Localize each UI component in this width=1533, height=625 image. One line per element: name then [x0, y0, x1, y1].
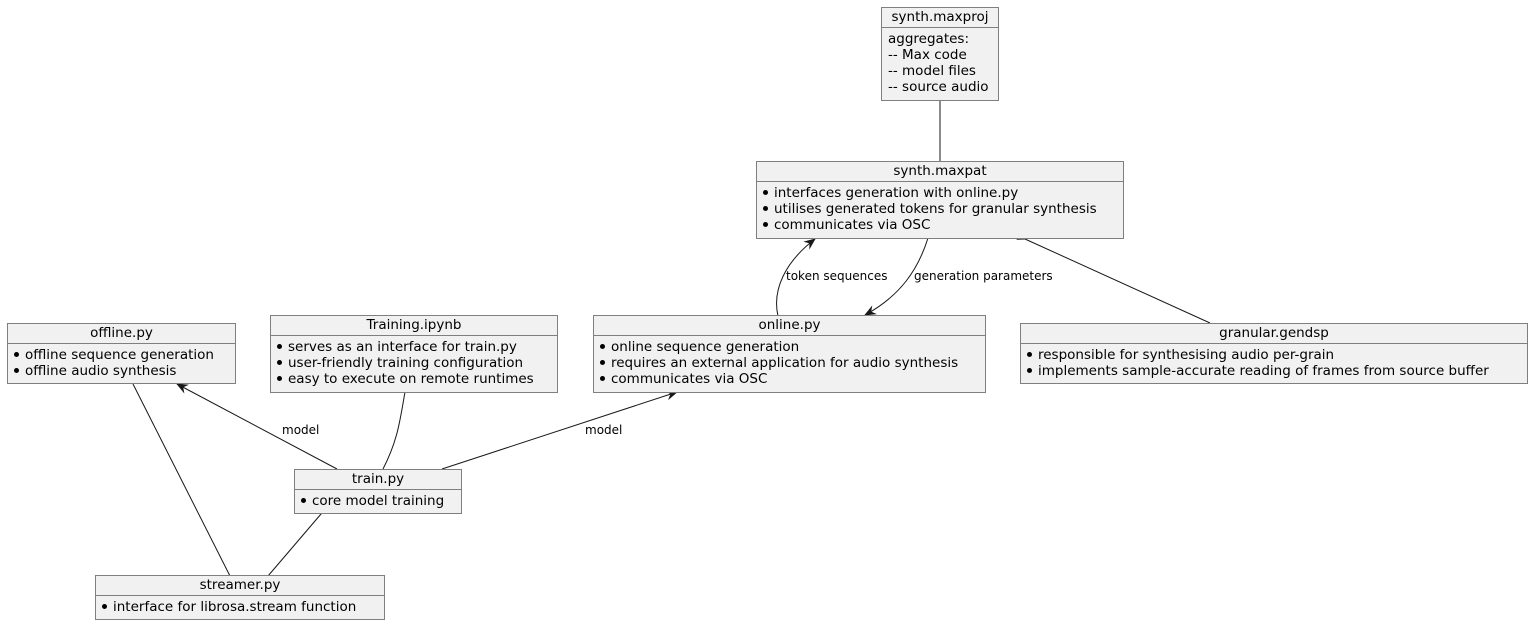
node-synth-maxproj: synth.maxproj aggregates: -- Max code --…: [881, 7, 999, 101]
node-title: online.py: [594, 316, 985, 336]
node-line-text: requires an external application for aud…: [611, 355, 959, 371]
node-line-text: easy to execute on remote runtimes: [288, 371, 534, 387]
node-line-text: communicates via OSC: [611, 371, 768, 387]
node-line: requires an external application for aud…: [600, 355, 979, 371]
node-streamer-py: streamer.py interface for librosa.stream…: [95, 575, 385, 620]
node-line: communicates via OSC: [600, 371, 979, 387]
node-line-text: online sequence generation: [611, 339, 800, 355]
node-body: interface for librosa.stream function: [96, 596, 384, 618]
node-line: communicates via OSC: [763, 217, 1117, 233]
node-line-text: user-friendly training configuration: [288, 355, 524, 371]
node-line-text: offline sequence generation: [25, 347, 214, 363]
bullet-icon: [763, 221, 768, 227]
edge-train-streamer: [267, 514, 321, 577]
node-line: utilises generated tokens for granular s…: [763, 201, 1117, 217]
node-body: responsible for synthesising audio per-g…: [1021, 344, 1527, 382]
edges-layer: [0, 0, 1211, 577]
edge-training-train: [382, 392, 405, 470]
node-line: interface for librosa.stream function: [102, 599, 378, 615]
node-line-text: implements sample-accurate reading of fr…: [1038, 363, 1489, 379]
bullet-icon: [277, 359, 282, 365]
node-line: responsible for synthesising audio per-g…: [1027, 347, 1521, 363]
bullet-icon: [763, 189, 768, 195]
node-line: online sequence generation: [600, 339, 979, 355]
node-title: offline.py: [8, 324, 235, 344]
node-line-text: offline audio synthesis: [25, 363, 177, 379]
edge-maxpat-granular: [1025, 239, 1211, 324]
bullet-icon: [1027, 367, 1032, 373]
node-line: interfaces generation with online.py: [763, 185, 1117, 201]
node-line-text: interfaces generation with online.py: [774, 185, 1019, 201]
node-body: aggregates: -- Max code -- model files -…: [882, 28, 998, 98]
node-body: offline sequence generation offline audi…: [8, 344, 235, 382]
bullet-icon: [102, 603, 107, 609]
node-line: user-friendly training configuration: [277, 355, 551, 371]
node-train-py: train.py core model training: [294, 469, 462, 514]
node-line: core model training: [301, 493, 455, 509]
bullet-icon: [14, 351, 19, 357]
node-granular-gendsp: granular.gendsp responsible for synthesi…: [1020, 323, 1528, 384]
node-line: serves as an interface for train.py: [277, 339, 551, 355]
node-body: interfaces generation with online.py uti…: [757, 182, 1123, 236]
edge-label-model-offline: model: [282, 423, 320, 437]
node-line-text: communicates via OSC: [774, 217, 931, 233]
node-body: online sequence generation requires an e…: [594, 336, 985, 390]
node-body: core model training: [295, 490, 461, 512]
edge-label-model-online: model: [585, 423, 623, 437]
node-title: granular.gendsp: [1021, 324, 1527, 344]
node-offline-py: offline.py offline sequence generation o…: [7, 323, 236, 384]
bullet-icon: [301, 497, 306, 503]
node-line-text: core model training: [312, 493, 445, 509]
node-line-text: utilises generated tokens for granular s…: [774, 201, 1097, 217]
node-line: offline audio synthesis: [14, 363, 229, 379]
node-line: -- source audio: [888, 79, 989, 95]
edge-offline-streamer: [133, 384, 231, 577]
node-line: offline sequence generation: [14, 347, 229, 363]
node-line: -- model files: [888, 63, 976, 79]
bullet-icon: [600, 359, 605, 365]
node-synth-maxpat: synth.maxpat interfaces generation with …: [756, 161, 1124, 239]
node-title: synth.maxproj: [882, 8, 998, 28]
bullet-icon: [277, 375, 282, 381]
node-title: train.py: [295, 470, 461, 490]
node-title: streamer.py: [96, 576, 384, 596]
bullet-icon: [600, 375, 605, 381]
bullet-icon: [600, 343, 605, 349]
node-line: aggregates:: [888, 31, 969, 47]
node-line: implements sample-accurate reading of fr…: [1027, 363, 1521, 379]
node-title: synth.maxpat: [757, 162, 1123, 182]
edge-label-generation-parameters: generation parameters: [914, 269, 1053, 283]
bullet-icon: [1027, 351, 1032, 357]
bullet-icon: [763, 205, 768, 211]
node-online-py: online.py online sequence generation req…: [593, 315, 986, 393]
node-line-text: interface for librosa.stream function: [113, 599, 357, 615]
node-line: -- Max code: [888, 47, 967, 63]
edge-train-to-online: [441, 390, 678, 470]
node-title: Training.ipynb: [271, 316, 557, 336]
bullet-icon: [14, 367, 19, 373]
edge-label-token-sequences: token sequences: [786, 269, 888, 283]
node-line-text: responsible for synthesising audio per-g…: [1038, 347, 1335, 363]
node-line-text: serves as an interface for train.py: [288, 339, 517, 355]
bullet-icon: [277, 343, 282, 349]
node-training-ipynb: Training.ipynb serves as an interface fo…: [270, 315, 558, 393]
node-body: serves as an interface for train.py user…: [271, 336, 557, 390]
node-line: easy to execute on remote runtimes: [277, 371, 551, 387]
